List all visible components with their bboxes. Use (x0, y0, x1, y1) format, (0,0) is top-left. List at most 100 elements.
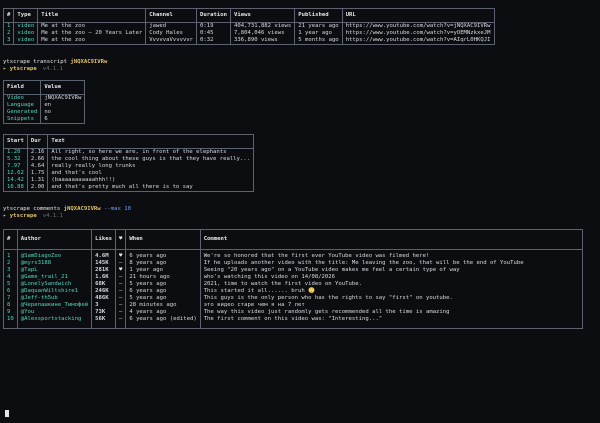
table-row: 4 @Game_trail_21 1.6K –21 hours ago who's wa… (3, 274, 584, 281)
cell-views: 7,804,046 views (230, 30, 296, 37)
cell-author: @SamDiagoZoo (17, 249, 93, 260)
cell-dur: 2.16 (27, 148, 49, 156)
cell-field: Generated (3, 109, 42, 116)
app-version: v4.1.1 (42, 213, 63, 219)
cell-likes: 3 (91, 302, 116, 309)
cell-dur: 2.00 (27, 184, 49, 192)
prompt-arrow-icon: ▸ (3, 213, 7, 219)
videos-table: # Type Title Channel Duration Views Published U… (3, 8, 495, 45)
cell-index: 3 (3, 37, 15, 45)
cell-hearted: – (115, 288, 127, 295)
terminal-cursor[interactable] (5, 410, 9, 417)
cell-views: 404,731,882 views (230, 22, 296, 30)
cell-text: really really long trunks (47, 163, 255, 170)
comments-table: # Author Likes ♥ When Comment 1 @SamDiagoZoo 4.… (3, 229, 584, 329)
cell-comment: If he uploads another video with the tit… (200, 260, 584, 267)
cell-when: 6 years ago (125, 249, 201, 260)
cell-when: 1 year ago (125, 267, 201, 274)
prompt-arrow-icon: ▸ (3, 66, 7, 72)
column-header-published: Published (294, 8, 343, 23)
table-row: 1.20 2.16 All right, so here we are, in fr… (3, 148, 255, 156)
cell-hearted: – (115, 316, 127, 329)
cell-channel: Cody Hales (145, 30, 198, 37)
command-line-comments: ytscrape comments jNQXAC9IVRw --max 10 (3, 206, 597, 213)
cell-type: video (13, 37, 39, 45)
cell-comment: This started it all...... bruh 😳 (200, 288, 584, 295)
table-row: 6 @DaquanWiltshire1 246K –6 years ago This s… (3, 288, 584, 295)
cell-dur: 1.75 (27, 170, 49, 177)
cell-comment: The way this video just randomly gets re… (200, 309, 584, 316)
column-header-likes: Likes (91, 229, 116, 250)
cell-start: 5.32 (3, 156, 28, 163)
table-row: 5.32 2.66 the cool thing about these guys … (3, 156, 255, 163)
cell-duration: 0:45 (196, 30, 231, 37)
table-row: 7 @Jeff-th5ub 486K –5 years ago This guys is… (3, 295, 584, 302)
column-header-comment: Comment (200, 229, 584, 250)
cell-start: 1.20 (3, 148, 28, 156)
cell-url: https://www.youtube.com/watch?v=yOEMNzkx… (342, 30, 495, 37)
terminal-output: # Type Title Channel Duration Views Published U… (3, 8, 597, 329)
cell-comment: это видео старе чем я на 7 лет (200, 302, 584, 309)
table-row: 1 video Me at the zoo jawed 0:19 404,731,882 … (3, 22, 495, 30)
cell-type: video (13, 22, 39, 30)
table-row: 8 @Черепашкине_Тимофей 3–28 minutes ago это… (3, 302, 584, 309)
cell-likes: 68K (91, 281, 116, 288)
cell-when: 6 years ago (edited) (125, 316, 201, 329)
table-row: Video jNQXAC9IVRw (3, 94, 86, 102)
column-header-url: URL (342, 8, 495, 23)
cell-published: 21 years ago (294, 22, 343, 30)
table-row: Language en (3, 102, 86, 109)
cell-likes: 486K (91, 295, 116, 302)
command-video-id: jNQXAC9IVRw (63, 206, 101, 212)
cell-hearted: – (115, 274, 127, 281)
column-header-type: Type (13, 8, 39, 23)
cell-likes: 281K (91, 267, 116, 274)
cell-index: 9 (3, 309, 18, 316)
command-flag: --max 10 (100, 206, 131, 212)
cell-index: 7 (3, 295, 18, 302)
column-header-when: When (125, 229, 201, 250)
app-banner: ▸ ytscrape v4.1.1 (3, 213, 597, 220)
column-header-views: Views (230, 8, 296, 23)
cell-when: 21 hours ago (125, 274, 201, 281)
cell-start: 14.42 (3, 177, 28, 184)
column-header-channel: Channel (145, 8, 198, 23)
cell-url: https://www.youtube.com/watch?v=jNQXAC9I… (342, 22, 495, 30)
app-name: ytscrape (9, 66, 37, 72)
cell-when: 28 minutes ago (125, 302, 201, 309)
cell-value: no (40, 109, 86, 116)
cell-text: (baaaaaaaaaaahhh!!) (47, 177, 255, 184)
cell-duration: 0:19 (196, 22, 231, 30)
cell-channel: jawed (145, 22, 198, 30)
command-line-transcript: ytscrape transcript jNQXAC9IVRw (3, 59, 597, 66)
table-row: 7.97 4.64 really really long trunks (3, 163, 255, 170)
cell-author: @Alexsportstacking (17, 316, 93, 329)
cell-comment: 2021, time to watch the first video on Y… (200, 281, 584, 288)
table-row: 10 @Alexsportstacking 56K –6 years ago (edi… (3, 316, 584, 329)
cell-hearted: – (115, 281, 127, 288)
cell-published: 1 year ago (294, 30, 343, 37)
cell-hearted: – (115, 295, 127, 302)
table-row: 2 video Me at the zoo — 20 Years Later Cody… (3, 30, 495, 37)
cell-hearted: – (115, 260, 127, 267)
cell-comment: The first comment on this video was: "In… (200, 316, 584, 329)
cell-when: 5 years ago (125, 281, 201, 288)
cell-index: 3 (3, 267, 18, 274)
field-table: Field Value Video jNQXAC9IVRw Language en Gen… (3, 80, 86, 124)
table-row: Snippets 6 (3, 116, 86, 124)
comments-table-header: # Author Likes ♥ When Comment (3, 229, 584, 250)
cell-dur: 2.66 (27, 156, 49, 163)
cell-hearted: – (115, 302, 127, 309)
cell-author: @Game_trail_21 (17, 274, 93, 281)
cell-likes: 145K (91, 260, 116, 267)
cell-title: Me at the zoo (37, 22, 147, 30)
cell-index: 1 (3, 22, 15, 30)
app-version: v4.1.1 (42, 66, 63, 72)
cell-url: https://www.youtube.com/watch?v=AIqrL0HK… (342, 37, 495, 45)
cell-index: 1 (3, 249, 18, 260)
cell-likes: 4.6M (91, 249, 116, 260)
cell-hearted: ♥ (115, 249, 127, 260)
cell-field: Video (3, 94, 42, 102)
command-text: ytscrape comments (3, 206, 64, 212)
cell-when: 4 years ago (125, 309, 201, 316)
